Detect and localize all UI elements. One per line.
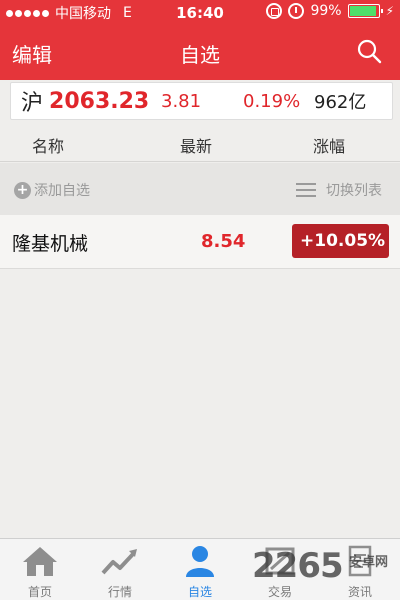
action-row: + 添加自选 切换列表 [0, 163, 400, 215]
status-bar: 中国移动 E 16:40 99% ⚡ [0, 0, 400, 26]
column-change[interactable]: 涨幅 [313, 133, 345, 157]
index-card[interactable]: 沪 2063.23 3.81 0.19% 962亿 [10, 82, 393, 120]
page-title: 自选 [180, 43, 220, 67]
charging-icon: ⚡ [385, 4, 394, 18]
tab-label: 自选 [187, 585, 212, 599]
column-header: 名称 最新 涨幅 [0, 124, 400, 162]
index-name: 沪 [21, 91, 44, 116]
index-volume: 962亿 [314, 92, 367, 113]
stock-price: 8.54 [201, 231, 246, 252]
tab-market[interactable]: 行情 [80, 539, 160, 600]
nav-bar: 编辑 自选 [0, 26, 400, 80]
add-watchlist-label: 添加自选 [34, 183, 90, 199]
add-watchlist-button[interactable]: + 添加自选 [14, 180, 90, 200]
change-badge[interactable]: + 10.05% [292, 224, 389, 258]
stock-row[interactable]: 隆基机械 8.54 + 10.05% [0, 215, 400, 269]
list-icon [296, 183, 316, 197]
tab-label: 行情 [107, 585, 132, 599]
switch-list-button[interactable]: 切换列表 [296, 180, 382, 200]
battery-percent: 99% [310, 3, 342, 19]
plus-icon: + [14, 181, 31, 199]
change-percent: 10.05% [314, 231, 386, 251]
search-icon[interactable] [356, 38, 382, 64]
home-icon [23, 547, 57, 576]
column-latest[interactable]: 最新 [180, 133, 212, 157]
switch-list-label: 切换列表 [326, 183, 382, 199]
change-sign: + [300, 231, 315, 251]
rotation-lock-icon [266, 3, 283, 19]
index-change: 3.81 [161, 90, 202, 112]
watermark-logo: 2265 [252, 546, 344, 586]
index-bar: 沪 2063.23 3.81 0.19% 962亿 [0, 80, 400, 124]
user-icon [186, 546, 214, 577]
index-change-percent: 0.19% [243, 90, 301, 112]
chart-icon [101, 549, 137, 575]
tab-home[interactable]: 首页 [0, 539, 80, 600]
battery-icon [347, 4, 383, 18]
tab-watchlist[interactable]: 自选 [160, 539, 240, 600]
stock-name: 隆基机械 [12, 233, 89, 255]
watermark-sub: 安卓网 [349, 555, 389, 570]
tab-label: 首页 [27, 585, 52, 599]
alarm-icon [288, 3, 305, 19]
index-value: 2063.23 [49, 88, 150, 114]
column-name[interactable]: 名称 [32, 133, 64, 157]
